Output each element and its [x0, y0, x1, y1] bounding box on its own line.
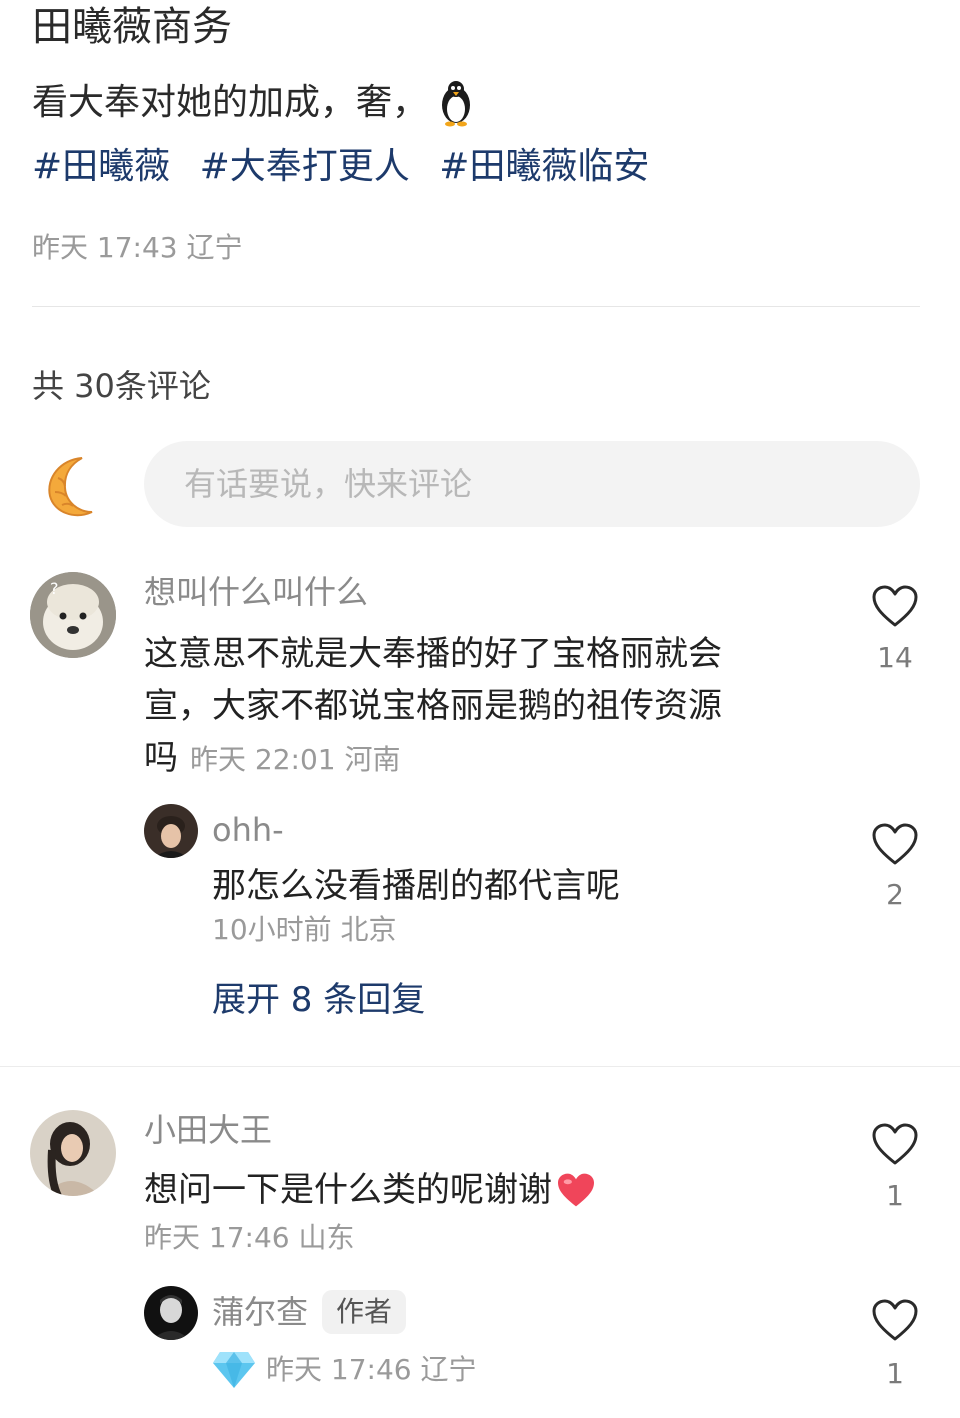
comment-text-tail: 吗	[144, 738, 178, 778]
comment-author[interactable]: 想叫什么叫什么	[144, 570, 368, 614]
hashtag-link[interactable]: #大奉打更人	[200, 146, 410, 187]
reply-author[interactable]: 蒲尔查	[212, 1293, 308, 1331]
comment-text-line: 吗 昨天 22:01 河南	[144, 732, 844, 784]
like-count: 14	[877, 641, 913, 674]
avatar[interactable]	[30, 1110, 116, 1196]
heart-outline-icon[interactable]	[871, 1298, 919, 1342]
penguin-emoji-icon	[442, 81, 471, 127]
post-meta: 昨天 17:43 辽宁	[32, 231, 243, 264]
expand-replies-link[interactable]: 展开 8 条回复	[212, 976, 425, 1024]
heart-outline-icon[interactable]	[871, 1122, 919, 1166]
post-body-text: 看大奉对她的加成，奢，	[32, 82, 429, 123]
comment-input[interactable]	[144, 441, 920, 527]
diamond-icon	[213, 1352, 255, 1388]
reply-text: 那怎么没看播剧的都代言呢	[212, 866, 620, 906]
heart-outline-icon[interactable]	[871, 822, 919, 866]
comment-text-line: 宣，大家不都说宝格丽是鹅的祖传资源	[144, 686, 722, 726]
comment-meta: 昨天 22:01 河南	[190, 743, 401, 776]
hashtag-link[interactable]: #田曦薇临安	[439, 146, 649, 187]
author-badge: 作者	[322, 1290, 407, 1334]
comment-count: 共 30条评论	[32, 367, 211, 405]
user-avatar-image	[30, 1110, 116, 1196]
avatar[interactable]: ?	[30, 572, 116, 658]
like-count: 1	[886, 1357, 904, 1390]
user-avatar-image	[144, 1286, 198, 1340]
comment-text-content: 想问一下是什么类的呢谢谢	[144, 1170, 552, 1210]
reply-meta-row: 昨天 17:46 辽宁	[212, 1350, 477, 1390]
comment-text: 想问一下是什么类的呢谢谢	[144, 1164, 596, 1216]
reply-author[interactable]: ohh-	[212, 808, 284, 852]
reply-author-row: 蒲尔查 作者	[212, 1290, 407, 1334]
like-count: 1	[886, 1179, 904, 1212]
reply-meta: 10小时前 北京	[212, 913, 397, 946]
svg-text:?: ?	[50, 579, 59, 598]
red-heart-emoji-icon	[558, 1173, 594, 1207]
comment-author[interactable]: 小田大王	[144, 1108, 272, 1152]
avatar[interactable]	[144, 1286, 198, 1340]
comment-meta: 昨天 17:46 山东	[144, 1221, 355, 1254]
divider	[32, 306, 920, 307]
hashtag-row: #田曦薇 #大奉打更人 #田曦薇临安	[32, 142, 667, 192]
like-count: 2	[886, 878, 904, 911]
crescent-moon-avatar-icon	[48, 457, 93, 517]
comment-input-box[interactable]	[144, 441, 920, 527]
comment-text-line: 这意思不就是大奉播的好了宝格丽就会	[144, 634, 722, 674]
user-avatar-image	[144, 804, 198, 858]
post-body: 看大奉对她的加成，奢，	[32, 78, 476, 128]
dog-avatar-image: ?	[30, 572, 116, 658]
reply-meta: 昨天 17:46 辽宁	[266, 1353, 477, 1386]
heart-outline-icon[interactable]	[871, 584, 919, 628]
hashtag-link[interactable]: #田曦薇	[32, 146, 170, 187]
post-title: 田曦薇商务	[32, 4, 232, 50]
divider	[0, 1066, 960, 1067]
comment-text: 这意思不就是大奉播的好了宝格丽就会 宣，大家不都说宝格丽是鹅的祖传资源 吗 昨天…	[144, 628, 844, 784]
avatar[interactable]	[144, 804, 198, 858]
